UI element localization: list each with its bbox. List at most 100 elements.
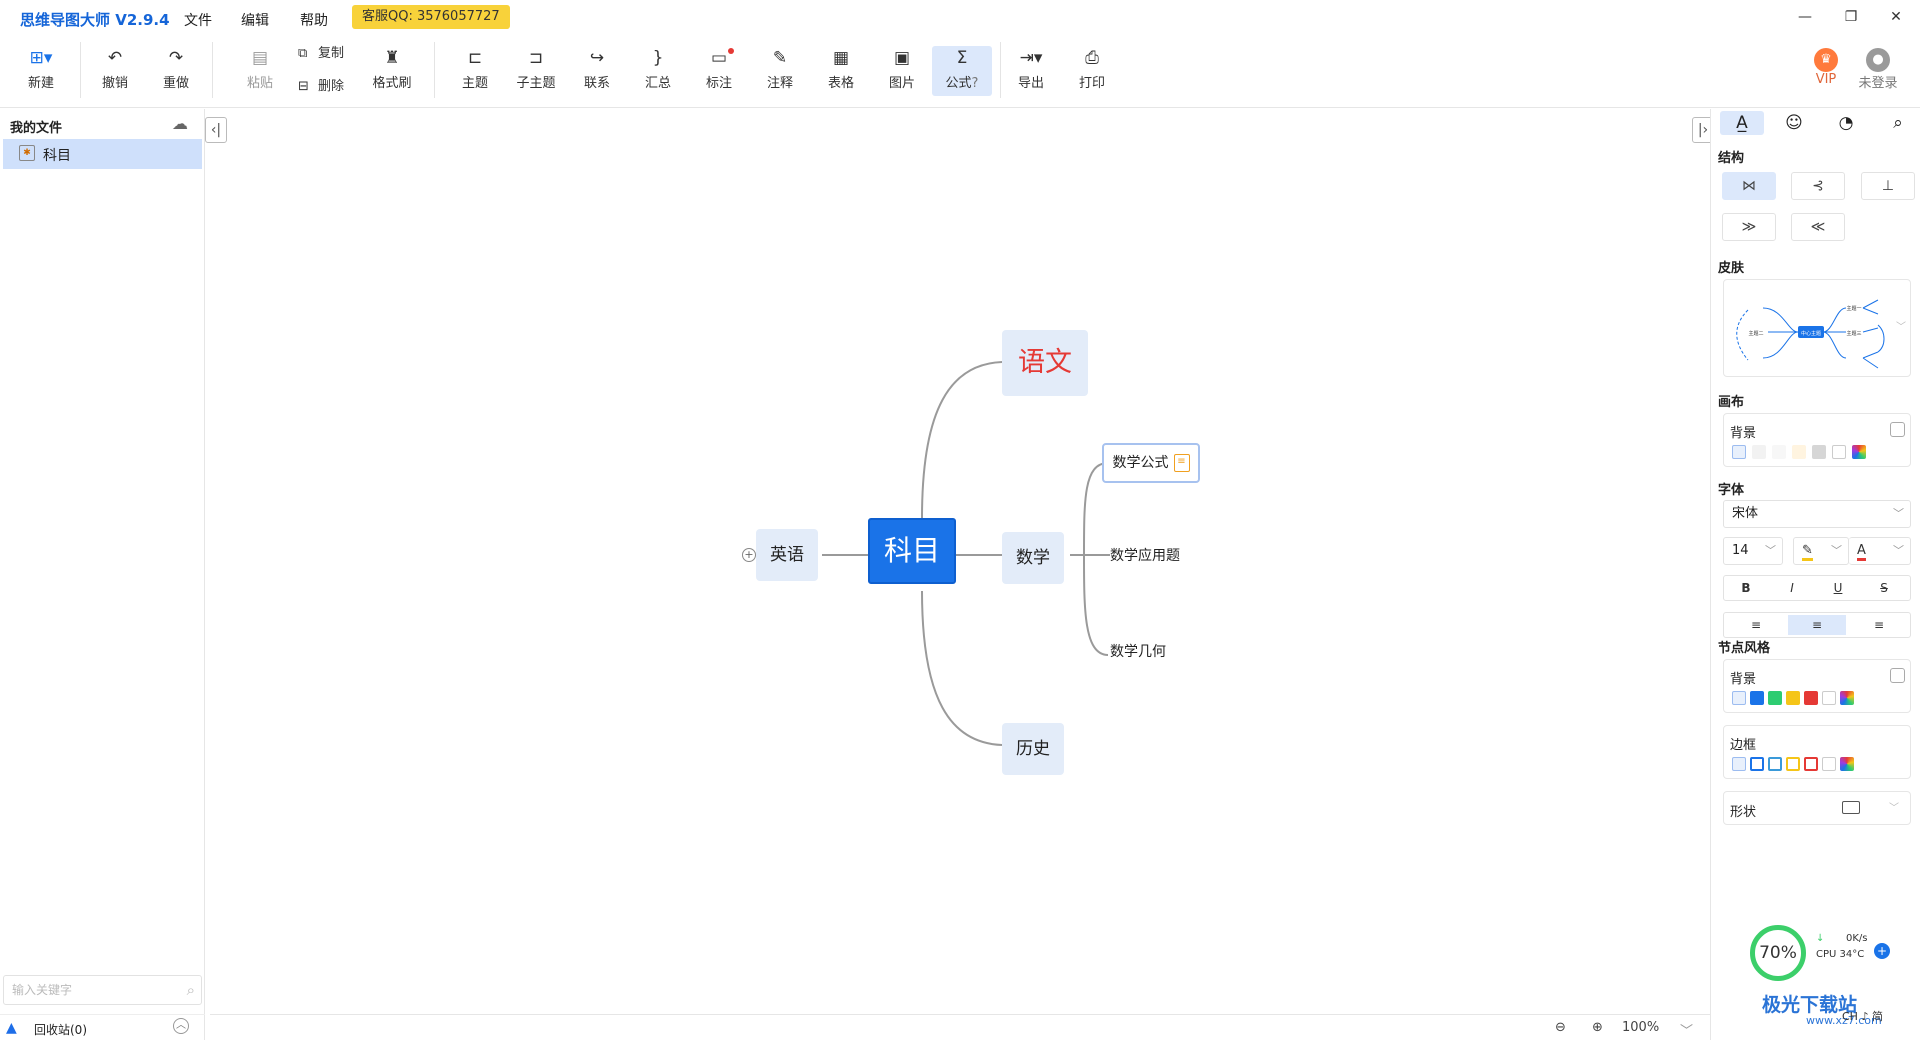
branch-node-yuwen[interactable]: 语文: [1002, 330, 1088, 396]
structure-org-button[interactable]: ⊥: [1861, 172, 1915, 200]
align-center-button[interactable]: ≡: [1788, 615, 1846, 635]
node-color-2[interactable]: [1786, 691, 1800, 705]
font-size-select[interactable]: 14 ﹀: [1723, 537, 1783, 565]
image-button[interactable]: ▣ 图片: [874, 46, 930, 96]
node-shape-card[interactable]: 形状 ﹀: [1723, 791, 1911, 825]
cloud-sync-icon[interactable]: ☁: [172, 114, 188, 133]
paste-button[interactable]: ▤ 粘贴: [232, 46, 288, 96]
relation-button[interactable]: ↪ 联系: [569, 46, 625, 96]
italic-button[interactable]: I: [1772, 578, 1812, 598]
zoom-level[interactable]: 100%: [1622, 1020, 1659, 1035]
bold-button[interactable]: B: [1726, 578, 1766, 598]
strikethrough-button[interactable]: S: [1864, 578, 1904, 598]
file-search-input[interactable]: [12, 977, 172, 1003]
ime-indicator[interactable]: CH ♪ 简: [1842, 1008, 1883, 1024]
summary-button[interactable]: } 汇总: [630, 46, 686, 96]
restore-button[interactable]: ❐: [1836, 6, 1866, 28]
highlight-color-select[interactable]: ✎ ﹀: [1793, 537, 1849, 565]
align-left-button[interactable]: ≡: [1728, 615, 1784, 635]
zoom-out-icon[interactable]: ⊖: [1555, 1020, 1566, 1035]
structure-fishbone-left-button[interactable]: ≪: [1791, 213, 1845, 241]
tab-search[interactable]: ⌕: [1876, 111, 1920, 135]
canvas-color-2[interactable]: [1792, 445, 1806, 459]
topic-button[interactable]: ⊏ 主题: [447, 46, 503, 96]
file-item[interactable]: ✱ 科目: [3, 139, 202, 169]
tab-icons[interactable]: ☺: [1772, 111, 1816, 135]
add-icon[interactable]: +: [1874, 943, 1890, 959]
print-button[interactable]: ⎙ 打印: [1064, 46, 1120, 96]
minimize-button[interactable]: —: [1790, 6, 1820, 28]
close-button[interactable]: ✕: [1881, 6, 1911, 28]
chevron-down-icon[interactable]: ﹀: [1896, 318, 1906, 333]
border-color-1[interactable]: [1768, 757, 1782, 771]
tab-theme[interactable]: ◔: [1824, 111, 1868, 135]
subnode-jihe[interactable]: 数学几何: [1110, 641, 1190, 663]
skin-preview-card[interactable]: 中心主题 主题二 主题一 主题三 ﹀: [1723, 279, 1911, 377]
note-button[interactable]: ✎ 注释: [752, 46, 808, 96]
node-background-checkbox[interactable]: [1890, 668, 1905, 683]
menu-help[interactable]: 帮助: [300, 10, 328, 30]
canvas-color-0[interactable]: [1752, 445, 1766, 459]
zoom-in-icon[interactable]: ⊕: [1592, 1020, 1603, 1035]
underline-button[interactable]: U: [1818, 578, 1858, 598]
root-node[interactable]: 科目: [868, 518, 956, 584]
export-button[interactable]: ⇥▾ 导出: [1003, 46, 1059, 96]
table-button[interactable]: ▦ 表格: [813, 46, 869, 96]
node-color-3[interactable]: [1804, 691, 1818, 705]
canvas-color-custom[interactable]: [1732, 445, 1746, 459]
border-color-custom[interactable]: [1732, 757, 1746, 771]
subtopic-button[interactable]: ⊐ 子主题: [508, 46, 564, 96]
branch-node-lishi[interactable]: 历史: [1002, 723, 1064, 775]
format-brush-button[interactable]: ♜ 格式刷: [364, 46, 420, 96]
subnode-yingyongti[interactable]: 数学应用题: [1110, 545, 1210, 567]
new-label: 新建: [27, 76, 54, 91]
support-qq-badge[interactable]: 客服QQ: 3576057727: [352, 5, 510, 29]
mark-button[interactable]: ▭ 标注: [691, 46, 747, 96]
border-color-picker[interactable]: [1840, 757, 1854, 771]
branch-node-yingyu[interactable]: 英语: [756, 529, 818, 581]
node-color-none[interactable]: [1822, 691, 1836, 705]
copy-button[interactable]: ⧉ 复制: [298, 42, 344, 64]
canvas-color-none[interactable]: [1832, 445, 1846, 459]
border-color-0[interactable]: [1750, 757, 1764, 771]
undo-button[interactable]: ↶ 撤销: [87, 46, 143, 96]
canvas-background-checkbox[interactable]: [1890, 422, 1905, 437]
align-right-button[interactable]: ≡: [1850, 615, 1908, 635]
system-monitor-widget[interactable]: 70% ↓ 0K/s CPU 34°C +: [1750, 925, 1900, 987]
login-button[interactable]: ● 未登录: [1848, 46, 1908, 96]
branch-node-shuxue[interactable]: 数学: [1002, 532, 1064, 584]
structure-fishbone-right-button[interactable]: ≫: [1722, 213, 1776, 241]
menu-file[interactable]: 文件: [184, 10, 212, 30]
subnode-gongshi[interactable]: 数学公式 ≡: [1102, 443, 1200, 483]
canvas-color-3[interactable]: [1812, 445, 1826, 459]
chevron-down-icon[interactable]: ﹀: [1680, 1020, 1693, 1039]
structure-logic-button[interactable]: ⊰: [1791, 172, 1845, 200]
mindmap-canvas[interactable]: 科目 语文 数学 历史 英语 + 数学公式 ≡ 数学应用题 数学几何: [210, 109, 1710, 1014]
redo-button[interactable]: ↷ 重做: [148, 46, 204, 96]
node-color-1[interactable]: [1768, 691, 1782, 705]
border-color-2[interactable]: [1786, 757, 1800, 771]
node-color-picker[interactable]: [1840, 691, 1854, 705]
summary-label: 汇总: [644, 76, 671, 91]
tab-style[interactable]: A̲: [1720, 111, 1764, 135]
canvas-color-1[interactable]: [1772, 445, 1786, 459]
canvas-color-picker[interactable]: [1852, 445, 1866, 459]
structure-mindmap-button[interactable]: ⋈: [1722, 172, 1776, 200]
expand-plus-icon[interactable]: +: [742, 548, 756, 562]
recycle-bin-icon: ▲: [6, 1020, 17, 1036]
font-family-select[interactable]: 宋体 ﹀: [1723, 500, 1911, 528]
font-color-select[interactable]: A ﹀: [1849, 537, 1911, 565]
new-button[interactable]: ⊞▾ 新建: [13, 46, 69, 96]
chevron-up-icon[interactable]: ︿: [173, 1018, 189, 1034]
search-icon[interactable]: ⌕: [187, 981, 195, 999]
menu-edit[interactable]: 编辑: [241, 10, 269, 30]
delete-button[interactable]: ⊟ 删除: [298, 75, 344, 97]
note-attachment-icon[interactable]: ≡: [1173, 454, 1190, 472]
vip-button[interactable]: ♛ VIP: [1798, 46, 1854, 96]
border-color-3[interactable]: [1804, 757, 1818, 771]
node-color-custom[interactable]: [1732, 691, 1746, 705]
border-color-none[interactable]: [1822, 757, 1836, 771]
node-color-0[interactable]: [1750, 691, 1764, 705]
formula-button[interactable]: Σ 公式?: [932, 46, 992, 96]
recycle-bin-row[interactable]: ▲ 回收站(0) ︿: [0, 1014, 205, 1040]
